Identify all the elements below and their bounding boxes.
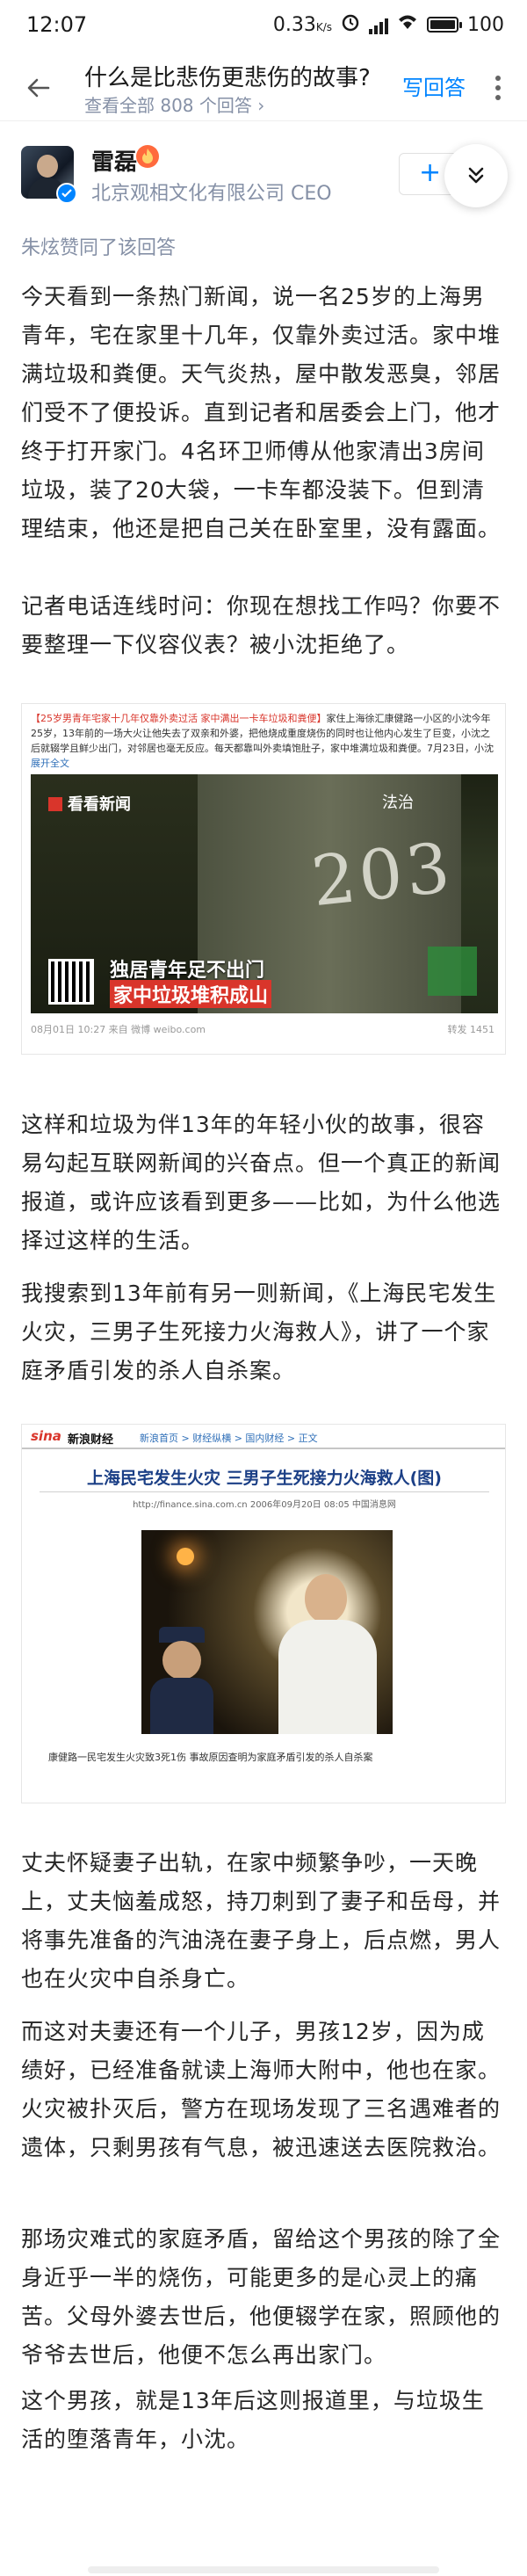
breadcrumb: 新浪首页 > 财经纵横 > 国内财经 > 正文 — [140, 1433, 318, 1444]
qr-code-icon — [48, 959, 94, 1005]
weibo-expand-link: 展开全文 — [31, 758, 69, 769]
sina-news-screenshot-image[interactable]: sina 新浪财经 新浪首页 > 财经纵横 > 国内财经 > 正文 上海民宅发生… — [21, 1424, 506, 1803]
signal-icon — [369, 15, 388, 34]
article-paragraph-5: 丈夫怀疑妻子出轨，在家中频繁争吵，一天晚上，丈夫恼羞成怒，持刀刺到了妻子和岳母，… — [21, 1850, 502, 1992]
weibo-post-text: 【25岁男青年宅家十几年仅靠外卖过活 家中满出一卡车垃圾和粪便】家住上海徐汇康健… — [31, 713, 494, 769]
fire-scene-photo — [141, 1530, 393, 1734]
sina-logo: sina — [31, 1428, 61, 1444]
channel-logo-icon — [428, 947, 477, 996]
article-paragraph-2: 记者电话连线时问：你现在想找工作吗？你要不要整理一下仪容仪表？被小沈拒绝了。 — [21, 593, 502, 657]
article-paragraph-7: 那场灾难式的家庭矛盾，留给这个男孩的除了全身近乎一半的烧伤，可能更多的是心灵上的… — [21, 2226, 502, 2368]
author-row: 雷磊 北京观相文化有限公司 CEO + — [0, 139, 527, 209]
photo-caption: 康健路一民宅发生火灾致3死1伤 事故原因查明为家庭矛盾引发的杀人自杀案 — [48, 1752, 373, 1763]
weibo-meta: 08月01日 10:27 来自 微博 weibo.com — [31, 1024, 206, 1035]
status-icons: 0.33K/s 100 — [273, 12, 504, 37]
wifi-icon — [397, 13, 418, 36]
sina-nav-bar: sina 新浪财经 新浪首页 > 财经纵横 > 国内财经 > 正文 — [22, 1425, 505, 1449]
upvote-note: 朱炫赞同了该回答 — [21, 237, 177, 259]
battery-percent: 100 — [467, 13, 504, 36]
back-button[interactable] — [18, 67, 60, 109]
article-paragraph-1: 今天看到一条热门新闻，说一名25岁的上海男青年，宅在家里十几年，仅靠外卖过活。家… — [21, 284, 502, 541]
video-caption-line-1: 独居青年足不出门 — [110, 960, 265, 982]
video-source-logo: 法治 — [382, 794, 414, 812]
verified-icon — [56, 183, 77, 204]
article-paragraph-8: 这个男孩，就是13年后这则报道里，与垃圾生活的堕落青年，小沈。 — [21, 2388, 485, 2452]
bottom-bar — [88, 2566, 439, 2573]
video-caption-line-2: 家中垃圾堆积成山 — [110, 980, 272, 1008]
article-paragraph-3: 这样和垃圾为伴13年的年轻小伙的故事，很容易勾起互联网新闻的兴奋点。但一个真正的… — [21, 1112, 502, 1253]
author-bio: 北京观相文化有限公司 CEO — [91, 183, 332, 205]
app-header: 什么是比悲伤更悲伤的故事? 查看全部 808 个回答 › 写回答 — [0, 56, 527, 121]
status-time: 12:07 — [26, 12, 88, 37]
sina-source-line: http://finance.sina.com.cn 2006年09月20日 0… — [133, 1500, 396, 1510]
collapse-button[interactable] — [444, 144, 508, 207]
status-bar: 12:07 0.33K/s 100 — [0, 0, 527, 56]
news-screenshot-image[interactable]: 【25岁男青年宅家十几年仅靠外卖过活 家中满出一卡车垃圾和粪便】家住上海徐汇康健… — [21, 703, 506, 1055]
more-options-icon[interactable] — [485, 69, 511, 107]
article-paragraph-4: 我搜索到13年前有另一则新闻，《上海民宅发生火灾，三男子生死接力火海救人》，讲了… — [21, 1281, 497, 1383]
weibo-stats: 转发 1451 — [447, 1024, 495, 1035]
kankan-news-logo: 看看新闻 — [48, 792, 131, 815]
fire-badge-icon — [136, 145, 159, 168]
sina-article-title: 上海民宅发生火灾 三男子生死接力火海救人(图) — [87, 1469, 442, 1488]
question-title[interactable]: 什么是比悲伤更悲伤的故事? — [84, 60, 371, 92]
network-speed: 0.33K/s — [272, 13, 332, 36]
back-arrow-icon — [27, 78, 50, 98]
battery-icon — [427, 17, 462, 33]
write-answer-button[interactable]: 写回答 — [402, 70, 466, 101]
door-number: 203 — [307, 828, 458, 923]
article-paragraph-6: 而这对夫妻还有一个儿子，男孩12岁，因为成绩好，已经准备就读上海师大附中，他也在… — [21, 2019, 502, 2160]
view-all-answers-link[interactable]: 查看全部 808 个回答 › — [84, 91, 264, 117]
video-thumbnail: 203 看看新闻 法治 独居青年足不出门 家中垃圾堆积成山 — [31, 774, 498, 1013]
double-chevron-down-icon — [468, 167, 484, 184]
author-name[interactable]: 雷磊 — [91, 144, 137, 177]
sina-brand: 新浪财经 — [68, 1433, 114, 1447]
alarm-icon — [341, 12, 360, 37]
